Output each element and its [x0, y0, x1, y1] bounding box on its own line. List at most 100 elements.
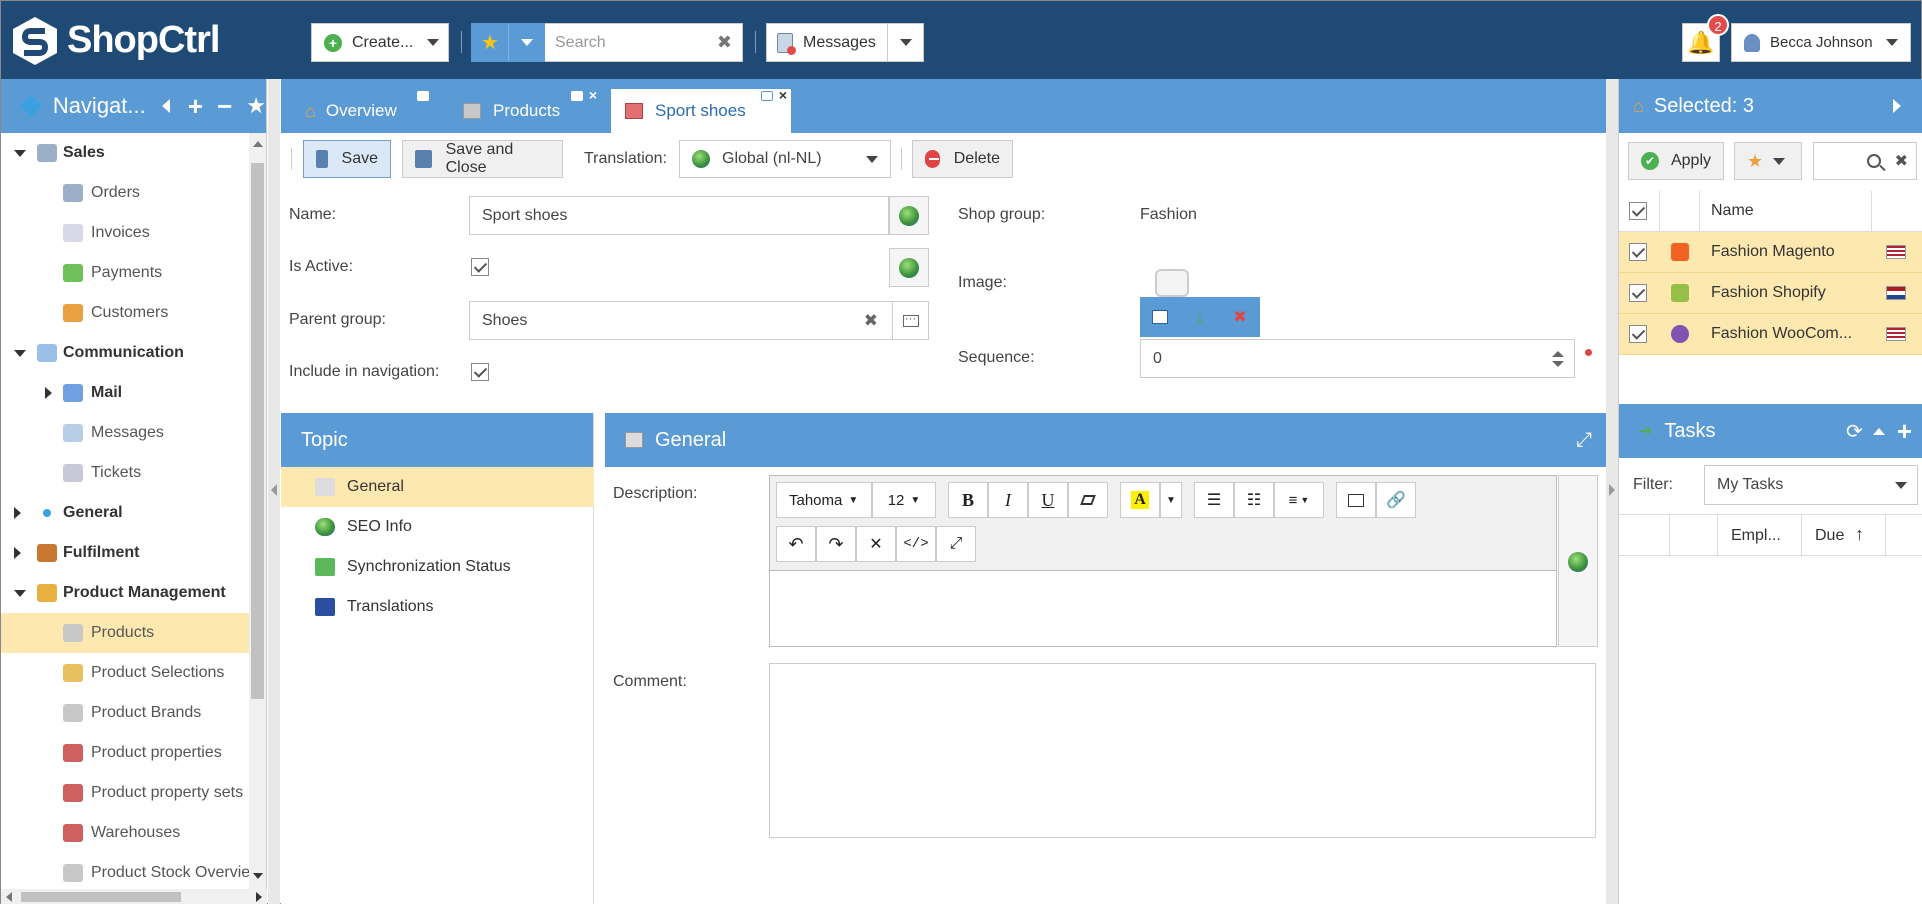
navigation-scrollbar[interactable]	[249, 133, 266, 889]
user-menu[interactable]: Becca Johnson	[1731, 23, 1911, 62]
sidebar-item-warehouses[interactable]: Warehouses	[1, 813, 249, 853]
chevron-down-icon[interactable]	[1552, 360, 1564, 367]
sidebar-item-product-properties[interactable]: Product properties	[1, 733, 249, 773]
selected-row[interactable]: Fashion WooCom...	[1619, 314, 1922, 355]
download-image-button[interactable]: ↓	[1180, 297, 1220, 337]
topic-item-general[interactable]: General	[281, 467, 594, 507]
unordered-list-button[interactable]: ☷	[1234, 482, 1274, 518]
comment-textarea[interactable]	[769, 663, 1596, 838]
fullscreen-button[interactable]: ⤢	[936, 526, 976, 562]
collapsed-arrow-icon[interactable]	[14, 547, 21, 559]
name-column-header[interactable]: Name	[1711, 202, 1754, 220]
sidebar-item-mail[interactable]: Mail	[1, 373, 249, 413]
sidebar-item-fulfilment[interactable]: Fulfilment	[1, 533, 249, 573]
sequence-stepper[interactable]	[1552, 350, 1564, 367]
sidebar-item-orders[interactable]: Orders	[1, 173, 249, 213]
description-translate-button[interactable]	[1558, 475, 1598, 647]
tasks-filter-select[interactable]: My Tasks	[1704, 465, 1918, 505]
scroll-down-arrow[interactable]	[253, 873, 263, 879]
redo-button[interactable]: ↷	[816, 526, 856, 562]
insert-link-button[interactable]: 🔗	[1376, 482, 1416, 518]
employee-column-header[interactable]: Empl...	[1731, 527, 1781, 545]
topic-item-seo-info[interactable]: SEO Info	[281, 507, 594, 547]
collapse-right-arrow[interactable]	[1609, 484, 1615, 496]
sidebar-item-payments[interactable]: Payments	[1, 253, 249, 293]
expanded-arrow-icon[interactable]	[14, 590, 26, 597]
sequence-input[interactable]: 0	[1140, 339, 1575, 378]
sidebar-item-product-property-sets[interactable]: Product property sets	[1, 773, 249, 813]
expand-right-icon[interactable]	[1893, 99, 1901, 113]
expanded-arrow-icon[interactable]	[14, 350, 26, 357]
font-size-select[interactable]: 12 ▼	[872, 482, 936, 518]
select-all-checkbox[interactable]	[1629, 202, 1647, 220]
messages-dropdown[interactable]	[887, 24, 923, 61]
tab-products[interactable]: Products ×	[451, 87, 601, 133]
eraser-button[interactable]	[1068, 482, 1108, 518]
highlight-dropdown[interactable]: ▼	[1160, 482, 1182, 518]
save-and-close-button[interactable]: Save and Close	[402, 140, 563, 178]
chevron-up-icon[interactable]	[1552, 350, 1564, 357]
due-column-header[interactable]: Due	[1815, 527, 1844, 545]
scroll-thumb[interactable]	[251, 163, 264, 699]
maximize-icon[interactable]: ⤢	[1576, 429, 1592, 452]
undo-button[interactable]: ↶	[776, 526, 816, 562]
collapsed-arrow-icon[interactable]	[45, 387, 52, 399]
include-in-navigation-checkbox[interactable]	[471, 363, 489, 381]
sidebar-item-sales[interactable]: Sales	[1, 133, 249, 173]
navigation-hscrollbar[interactable]	[1, 889, 267, 904]
browse-parent-button[interactable]: ···	[892, 302, 928, 339]
clear-icon[interactable]: ✖	[1895, 151, 1908, 171]
search-input[interactable]: Search ✖	[545, 23, 743, 62]
create-button[interactable]: + Create...	[311, 23, 449, 62]
row-checkbox[interactable]	[1629, 325, 1647, 343]
sidebar-item-product-management[interactable]: Product Management	[1, 573, 249, 613]
selected-row[interactable]: Fashion Shopify	[1619, 273, 1922, 314]
close-tab-icon[interactable]: ×	[589, 87, 597, 103]
description-body[interactable]	[770, 570, 1556, 646]
selected-row[interactable]: Fashion Magento	[1619, 232, 1922, 273]
remove-image-button[interactable]: ✖	[1220, 297, 1260, 337]
sidebar-item-invoices[interactable]: Invoices	[1, 213, 249, 253]
sidebar-item-general[interactable]: General	[1, 493, 249, 533]
translation-select[interactable]: Global (nl-NL)	[679, 140, 891, 178]
align-button[interactable]: ≡ ▼	[1274, 482, 1324, 518]
expanded-arrow-icon[interactable]	[14, 150, 26, 157]
collapsed-arrow-icon[interactable]	[14, 507, 21, 519]
selected-search[interactable]: ✖	[1813, 142, 1917, 180]
collapse-all-icon[interactable]: −	[217, 91, 232, 122]
logo[interactable]: ShopCtrl	[11, 15, 220, 65]
messages-button[interactable]: Messages	[766, 23, 924, 62]
sidebar-item-customers[interactable]: Customers	[1, 293, 249, 333]
sidebar-item-messages[interactable]: Messages	[1, 413, 249, 453]
sidebar-item-product-stock-overview[interactable]: Product Stock Overview	[1, 853, 249, 889]
font-family-select[interactable]: Tahoma ▼	[776, 482, 872, 518]
html-source-button[interactable]: </>	[896, 526, 936, 562]
sidebar-item-product-brands[interactable]: Product Brands	[1, 693, 249, 733]
name-input[interactable]: Sport shoes	[469, 196, 889, 235]
hscroll-thumb[interactable]	[21, 892, 181, 902]
favorites-dropdown[interactable]	[508, 24, 544, 61]
underline-button[interactable]: U	[1028, 482, 1068, 518]
favorite-star-icon[interactable]: ★	[246, 93, 266, 119]
collapse-left-arrow[interactable]	[271, 484, 277, 496]
collapse-up-icon[interactable]	[1872, 427, 1885, 435]
right-splitter[interactable]	[1606, 79, 1618, 904]
tab-menu-icon[interactable]	[761, 91, 773, 101]
add-task-icon[interactable]: +	[1897, 416, 1912, 447]
name-translate-button[interactable]	[889, 196, 929, 235]
bold-button[interactable]: B	[948, 482, 988, 518]
insert-image-button[interactable]	[1336, 482, 1376, 518]
delete-button[interactable]: Delete	[912, 140, 1013, 178]
tab-sport-shoes[interactable]: Sport shoes ×	[611, 87, 791, 133]
tab-menu-icon[interactable]	[417, 91, 429, 101]
italic-button[interactable]: I	[988, 482, 1028, 518]
close-tab-icon[interactable]: ×	[779, 87, 787, 103]
apply-button[interactable]: ✔ Apply	[1628, 142, 1724, 180]
ordered-list-button[interactable]: ☰	[1194, 482, 1234, 518]
favorite-filter-button[interactable]: ★	[1734, 142, 1802, 180]
highlight-button[interactable]: A	[1120, 482, 1160, 518]
row-checkbox[interactable]	[1629, 284, 1647, 302]
expand-all-icon[interactable]: +	[188, 91, 203, 122]
scroll-left-arrow[interactable]	[6, 892, 12, 902]
sidebar-item-product-selections[interactable]: Product Selections	[1, 653, 249, 693]
